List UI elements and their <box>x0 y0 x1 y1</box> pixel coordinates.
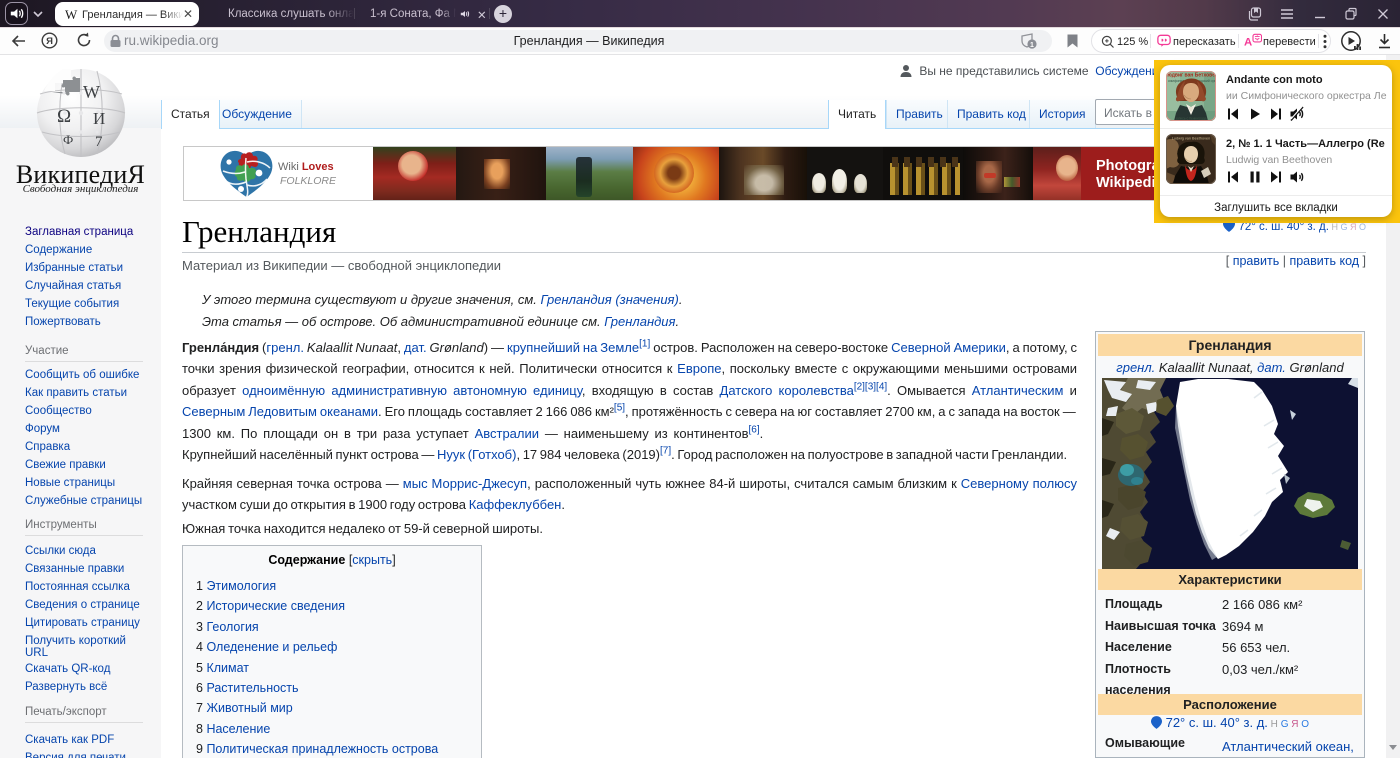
svg-text:Я: Я <box>46 36 53 47</box>
svg-text:Ф: Ф <box>63 132 73 147</box>
svg-text:1: 1 <box>1030 42 1034 49</box>
svg-text:Ludwig van Beethoven: Ludwig van Beethoven <box>1172 137 1210 141</box>
svg-text:запись с Ленинграда: запись с Ленинграда <box>1176 117 1207 121</box>
svg-text:Людвиг ван Бетховен: Людвиг ван Бетховен <box>1166 73 1216 79</box>
svg-text:Ω: Ω <box>57 106 71 127</box>
svg-text:И: И <box>93 109 105 128</box>
svg-text:7: 7 <box>95 134 103 150</box>
svg-text:A: A <box>1244 37 1252 49</box>
svg-text:W: W <box>83 82 100 102</box>
